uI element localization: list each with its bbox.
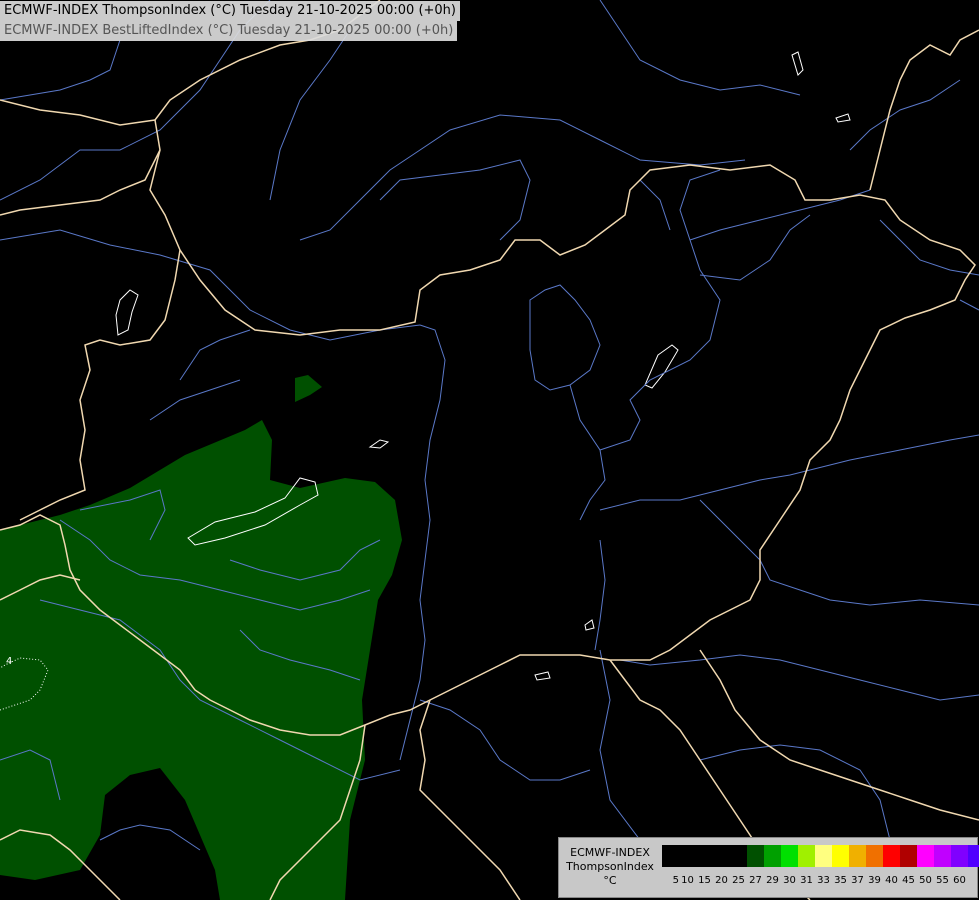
contour-value-label: 4 <box>6 656 13 667</box>
legend-swatch <box>747 845 764 867</box>
legend-swatch <box>713 845 730 867</box>
legend-label: ECMWF-INDEX ThompsonIndex °C <box>561 846 659 888</box>
legend-parameter: ThompsonIndex <box>566 860 654 873</box>
legend-unit: °C <box>603 874 617 887</box>
legend-tick-label: 30 <box>783 875 796 886</box>
legend-swatch <box>866 845 883 867</box>
legend-swatch <box>679 845 696 867</box>
legend-swatch <box>934 845 951 867</box>
legend-swatch <box>968 845 979 867</box>
legend-tick-label: 20 <box>715 875 728 886</box>
legend-tick-label: 60 <box>953 875 966 886</box>
legend-swatch <box>832 845 849 867</box>
legend-tick-label: 31 <box>800 875 813 886</box>
legend-tick-label: 25 <box>732 875 745 886</box>
title-thompson-index: ECMWF-INDEX ThompsonIndex (°C) Tuesday 2… <box>0 1 460 21</box>
legend-swatch <box>730 845 747 867</box>
legend-swatch <box>662 845 679 867</box>
legend-tick-label: 39 <box>868 875 881 886</box>
legend-tick-label: 5 <box>672 875 679 886</box>
legend-tick-label: 15 <box>698 875 711 886</box>
legend-swatch <box>900 845 917 867</box>
legend-swatch <box>951 845 968 867</box>
legend-tick-label: 37 <box>851 875 864 886</box>
weather-map <box>0 0 979 900</box>
legend-tick-label: 55 <box>936 875 949 886</box>
legend-swatch <box>815 845 832 867</box>
legend-tick-label: 29 <box>766 875 779 886</box>
legend-model: ECMWF-INDEX <box>570 846 650 859</box>
title-best-lifted-index: ECMWF-INDEX BestLiftedIndex (°C) Tuesday… <box>0 21 458 41</box>
legend-ticks: 5 10 15 20 25 27 29 30 31 33 35 37 39 40 45 50 55 60 <box>662 874 968 888</box>
legend-swatch <box>798 845 815 867</box>
legend-tick-label: 33 <box>817 875 830 886</box>
legend-swatches <box>662 845 979 867</box>
legend-tick-label: 40 <box>885 875 898 886</box>
legend-swatch <box>696 845 713 867</box>
legend-tick-label: 27 <box>749 875 762 886</box>
legend-swatch <box>849 845 866 867</box>
legend-swatch <box>883 845 900 867</box>
color-legend: ECMWF-INDEX ThompsonIndex °C 5 10 15 20 25 27… <box>558 837 979 898</box>
legend-tick-label: 50 <box>919 875 932 886</box>
legend-tick-label: 35 <box>834 875 847 886</box>
legend-swatch <box>764 845 781 867</box>
legend-swatch <box>781 845 798 867</box>
legend-swatch <box>917 845 934 867</box>
legend-tick-label: 10 <box>681 875 694 886</box>
legend-tick-label: 45 <box>902 875 915 886</box>
